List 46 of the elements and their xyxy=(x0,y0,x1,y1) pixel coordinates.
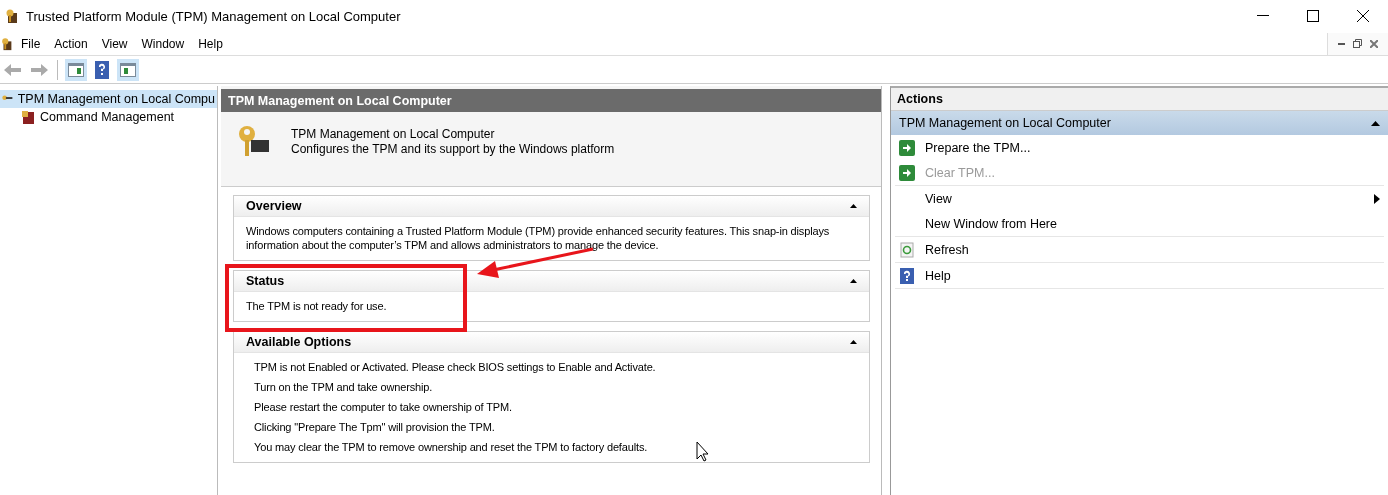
section-title: Status xyxy=(246,274,285,288)
submenu-arrow-icon xyxy=(1374,193,1380,204)
menu-item[interactable]: Help xyxy=(191,34,230,53)
menu-item[interactable]: Action xyxy=(47,34,95,53)
task-link[interactable]: New Window from Here xyxy=(895,211,1384,236)
tree-item[interactable]: Command Management xyxy=(18,108,217,126)
task-link[interactable]: Help xyxy=(895,263,1384,288)
section-title: Available Options xyxy=(246,335,352,349)
task-link[interactable]: Refresh xyxy=(895,237,1384,262)
menu-item[interactable]: View xyxy=(94,34,135,53)
task-link[interactable]: View xyxy=(895,186,1384,211)
section-text: Windows computers containing a Trusted Platform Module (TPM) provide enhanced security features. This snap-in displays information about the computer’s TPM and allows administrators to manage the device. xyxy=(246,224,831,252)
section-text: Clicking "Prepare The Tpm" will provision the TPM. xyxy=(254,420,495,434)
book-icon xyxy=(20,109,36,125)
collapse-icon[interactable] xyxy=(1371,120,1380,126)
console-icon xyxy=(0,36,14,51)
intro-title: TPM Management on Local Computer xyxy=(291,127,496,141)
cursor-icon xyxy=(696,441,709,462)
intro-text: Configures the TPM and its support by the Windows platform xyxy=(291,142,615,156)
section-text: Turn on the TPM and take ownership. xyxy=(254,380,433,394)
window-title: Trusted Platform Module (TPM) Management on Local Computer xyxy=(26,8,402,24)
help-icon xyxy=(899,267,915,284)
section-text: The TPM is not ready for use. xyxy=(246,299,387,313)
tree-item[interactable]: TPM Management on Local Compu xyxy=(0,90,217,108)
section-title: Overview xyxy=(246,199,302,213)
minimize-icon[interactable] xyxy=(1257,15,1269,17)
close-icon[interactable] xyxy=(1357,10,1369,22)
app-icon xyxy=(4,8,20,24)
collapse-icon[interactable] xyxy=(850,204,857,208)
actions-group-title: TPM Management on Local Computer xyxy=(899,116,1111,130)
section-text: TPM is not Enabled or Activated. Please check BIOS settings to Enable and Activate. xyxy=(254,360,656,374)
console-tree-button[interactable] xyxy=(65,58,87,81)
actions-header: Actions xyxy=(891,88,1388,111)
menu-item[interactable]: File xyxy=(14,34,48,53)
action-pane-button[interactable] xyxy=(117,58,139,81)
section-text: You may clear the TPM to remove ownership and reset the TPM to factory defaults. xyxy=(254,440,648,454)
collapse-icon[interactable] xyxy=(850,279,857,283)
minimize-icon[interactable] xyxy=(1338,42,1345,45)
task-link[interactable]: Prepare the TPM... xyxy=(895,135,1384,160)
refresh-icon xyxy=(899,241,915,258)
maximize-icon[interactable] xyxy=(1307,10,1319,22)
collapse-icon[interactable] xyxy=(850,340,857,344)
section-text: Please restart the computer to take ownership of TPM. xyxy=(254,400,512,414)
menu-item[interactable]: Window xyxy=(134,34,192,53)
pane-header: TPM Management on Local Computer xyxy=(221,89,881,112)
restore-icon[interactable] xyxy=(1353,39,1362,48)
